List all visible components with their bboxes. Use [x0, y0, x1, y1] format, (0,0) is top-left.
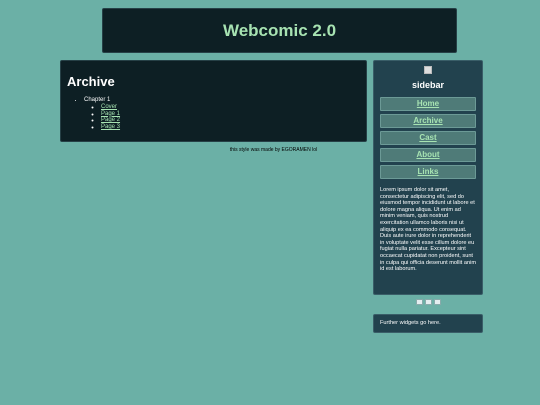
page-link-page-1[interactable]: Page 1	[101, 111, 120, 117]
nav-cast-button[interactable]: Cast	[380, 131, 476, 145]
chapter-list: Chapter 1 Cover Page 1 Page 2 Page 3	[84, 97, 360, 130]
broken-image-icon[interactable]	[424, 299, 432, 305]
chapter-label: Chapter 1	[84, 97, 111, 103]
style-credit: this style was made by EGORAMEN lol	[229, 147, 318, 153]
sidebar-heading: sidebar	[411, 80, 444, 90]
page-list-item: Page 1	[101, 111, 360, 118]
page-link-page-3[interactable]: Page 3	[101, 124, 120, 130]
nav-links-button[interactable]: Links	[380, 165, 476, 179]
page-list-item: Page 2	[101, 117, 360, 124]
page-list: Cover Page 1 Page 2 Page 3	[101, 104, 360, 130]
archive-heading: Archive	[67, 74, 115, 89]
archive-panel: Archive Chapter 1 Cover Page 1 Page 2 Pa…	[60, 60, 367, 142]
broken-image-icon	[424, 66, 432, 74]
site-title[interactable]: Webcomic 2.0	[223, 21, 336, 41]
sidebar: sidebar Home Archive Cast About Links Lo…	[373, 60, 483, 295]
broken-image-icon[interactable]	[415, 299, 423, 305]
widget-box: Further widgets go here.	[373, 314, 483, 333]
nav-archive-button[interactable]: Archive	[380, 114, 476, 128]
page-link-cover[interactable]: Cover	[101, 104, 117, 110]
page-list-item: Cover	[101, 104, 360, 111]
badge-row	[373, 299, 483, 305]
chapter-item: Chapter 1 Cover Page 1 Page 2 Page 3	[84, 97, 360, 130]
broken-image-icon[interactable]	[433, 299, 441, 305]
page-list-item: Page 3	[101, 124, 360, 131]
nav-home-button[interactable]: Home	[380, 97, 476, 111]
page-link-page-2[interactable]: Page 2	[101, 117, 120, 123]
nav-about-button[interactable]: About	[380, 148, 476, 162]
site-header: Webcomic 2.0	[102, 8, 457, 53]
sidebar-text: Lorem ipsum dolor sit amet, consectetur …	[380, 187, 476, 273]
